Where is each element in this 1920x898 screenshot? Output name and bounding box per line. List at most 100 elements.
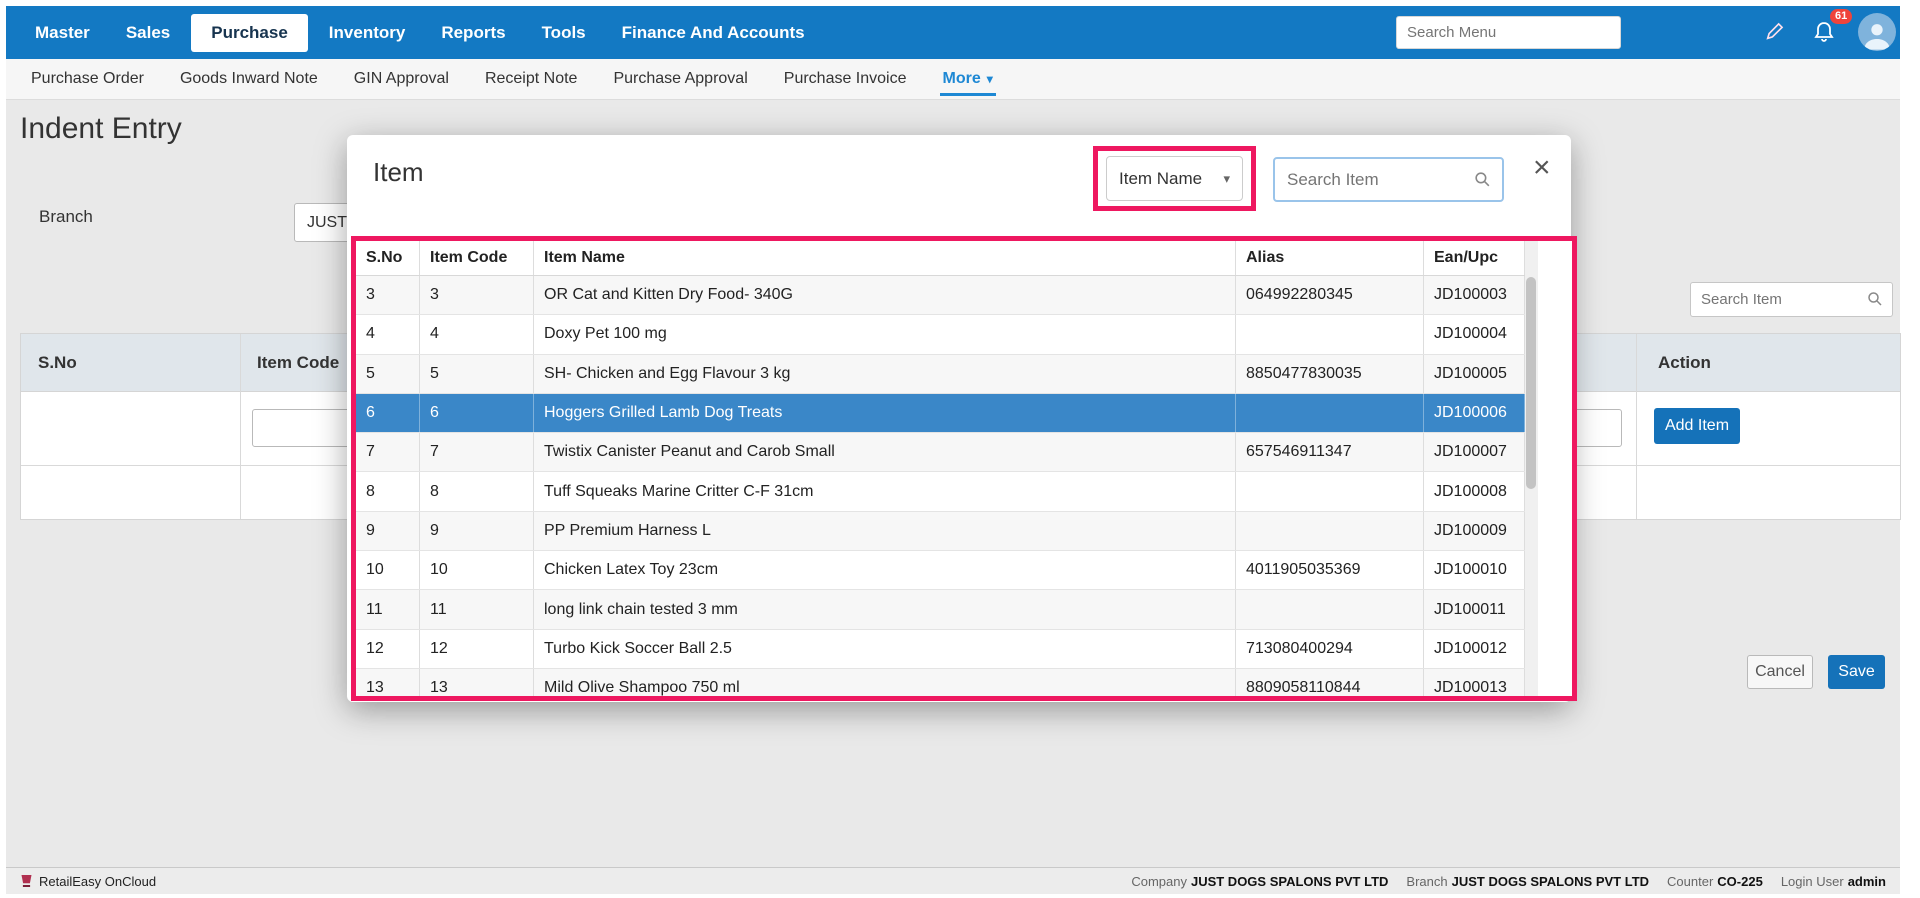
modal-title: Item	[373, 157, 424, 188]
column-header-ean-upc: Ean/Upc	[1424, 241, 1525, 275]
cell-alias	[1236, 472, 1424, 510]
cell-ean: JD100005	[1424, 355, 1525, 393]
highlight-box-filter: Item Name ▾	[1093, 146, 1256, 211]
cell-ean: JD100007	[1424, 433, 1525, 471]
chevron-down-icon: ▾	[1223, 171, 1230, 187]
cell-alias: 4011905035369	[1236, 551, 1424, 589]
bell-icon	[1812, 19, 1836, 45]
sub-navbar: Purchase OrderGoods Inward NoteGIN Appro…	[6, 59, 1900, 100]
cell-name: Mild Olive Shampoo 750 ml	[534, 669, 1236, 701]
column-divider	[240, 334, 241, 519]
cell-sno: 12	[356, 630, 420, 668]
subnav-items: Purchase OrderGoods Inward NoteGIN Appro…	[16, 60, 1014, 98]
table-row[interactable]: 33OR Cat and Kitten Dry Food- 340G064992…	[356, 276, 1525, 315]
cell-code: 4	[420, 315, 534, 353]
table-row[interactable]: 55SH- Chicken and Egg Flavour 3 kg885047…	[356, 355, 1525, 394]
subnav-item-goods-inward-note[interactable]: Goods Inward Note	[165, 60, 333, 98]
table-row[interactable]: 77Twistix Canister Peanut and Carob Smal…	[356, 433, 1525, 472]
top-navbar: MasterSalesPurchaseInventoryReportsTools…	[6, 6, 1900, 59]
table-row[interactable]: 1010Chicken Latex Toy 23cm4011905035369J…	[356, 551, 1525, 590]
table-row[interactable]: 66Hoggers Grilled Lamb Dog TreatsJD10000…	[356, 394, 1525, 433]
footer-brand: RetailEasy OnCloud	[20, 874, 156, 889]
cell-alias: 713080400294	[1236, 630, 1424, 668]
footer-branch: BranchJUST DOGS SPALONS PVT LTD	[1406, 874, 1649, 889]
footer-login-user: Login Useradmin	[1781, 874, 1886, 889]
subnav-item-purchase-invoice[interactable]: Purchase Invoice	[769, 60, 922, 98]
cell-code: 8	[420, 472, 534, 510]
cell-name: Hoggers Grilled Lamb Dog Treats	[534, 394, 1236, 432]
cell-name: Tuff Squeaks Marine Critter C-F 31cm	[534, 472, 1236, 510]
topnav-item-tools[interactable]: Tools	[527, 13, 601, 53]
brand-text: RetailEasy OnCloud	[39, 874, 156, 889]
item-modal: Item Item Name ▾ × S.No Item Code Item N…	[347, 135, 1571, 702]
table-row[interactable]: 99PP Premium Harness LJD100009	[356, 512, 1525, 551]
cell-code: 12	[420, 630, 534, 668]
close-icon[interactable]: ×	[1533, 153, 1551, 183]
cell-sno: 13	[356, 669, 420, 701]
cell-ean: JD100003	[1424, 276, 1525, 314]
app-window: MasterSalesPurchaseInventoryReportsTools…	[6, 6, 1900, 894]
modal-search-input[interactable]	[1273, 157, 1504, 202]
page-title: Indent Entry	[20, 112, 182, 146]
column-header-sno: S.No	[38, 334, 77, 392]
table-row[interactable]: 88Tuff Squeaks Marine Critter C-F 31cmJD…	[356, 472, 1525, 511]
cell-alias: 8809058110844	[1236, 669, 1424, 701]
topnav-item-purchase[interactable]: Purchase	[191, 14, 308, 52]
topnav-item-inventory[interactable]: Inventory	[314, 13, 421, 53]
cell-alias	[1236, 590, 1424, 628]
cell-code: 9	[420, 512, 534, 550]
table-row[interactable]: 1212Turbo Kick Soccer Ball 2.57130804002…	[356, 630, 1525, 669]
topnav-item-reports[interactable]: Reports	[426, 13, 520, 53]
topnav-item-finance-and-accounts[interactable]: Finance And Accounts	[607, 13, 820, 53]
subnav-item-label: More	[943, 70, 981, 88]
cell-sno: 3	[356, 276, 420, 314]
column-header-action: Action	[1658, 334, 1711, 392]
retaileasy-logo-icon	[20, 874, 33, 888]
highlight-box-table: S.No Item Code Item Name Alias Ean/Upc 3…	[351, 236, 1577, 701]
cell-name: Chicken Latex Toy 23cm	[534, 551, 1236, 589]
table-row[interactable]: 1313Mild Olive Shampoo 750 ml88090581108…	[356, 669, 1525, 701]
topnav-items: MasterSalesPurchaseInventoryReportsTools…	[20, 13, 826, 53]
topnav-item-master[interactable]: Master	[20, 13, 105, 53]
edit-pencil-icon[interactable]	[1764, 20, 1786, 47]
cell-code: 10	[420, 551, 534, 589]
footer-session-info: CompanyJUST DOGS SPALONS PVT LTD BranchJ…	[1131, 874, 1886, 889]
footer-counter: CounterCO-225	[1667, 874, 1763, 889]
cell-alias: 657546911347	[1236, 433, 1424, 471]
cell-code: 7	[420, 433, 534, 471]
cell-alias: 8850477830035	[1236, 355, 1424, 393]
branch-label: Branch	[39, 207, 93, 227]
subnav-item-purchase-order[interactable]: Purchase Order	[16, 60, 159, 98]
table-row[interactable]: 1111long link chain tested 3 mmJD100011	[356, 590, 1525, 629]
cell-sno: 8	[356, 472, 420, 510]
save-button[interactable]: Save	[1828, 655, 1885, 689]
column-header-item-name: Item Name	[534, 241, 1236, 275]
cancel-button[interactable]: Cancel	[1747, 655, 1813, 689]
cell-sno: 10	[356, 551, 420, 589]
cell-ean: JD100012	[1424, 630, 1525, 668]
cell-sno: 9	[356, 512, 420, 550]
cell-sno: 4	[356, 315, 420, 353]
cell-sno: 5	[356, 355, 420, 393]
page-search-item-input[interactable]	[1690, 282, 1893, 317]
user-avatar[interactable]	[1858, 13, 1896, 51]
subnav-item-more[interactable]: More▾	[928, 60, 1008, 98]
cell-ean: JD100013	[1424, 669, 1525, 701]
topnav-item-sales[interactable]: Sales	[111, 13, 185, 53]
item-filter-dropdown[interactable]: Item Name ▾	[1106, 156, 1243, 201]
subnav-item-purchase-approval[interactable]: Purchase Approval	[598, 60, 762, 98]
add-item-button[interactable]: Add Item	[1654, 408, 1740, 444]
search-icon	[1473, 170, 1492, 189]
subnav-item-receipt-note[interactable]: Receipt Note	[470, 60, 593, 98]
cell-code: 11	[420, 590, 534, 628]
item-table-header: S.No Item Code Item Name Alias Ean/Upc	[356, 241, 1525, 276]
cell-alias	[1236, 512, 1424, 550]
menu-search-input[interactable]	[1396, 16, 1621, 49]
cell-code: 6	[420, 394, 534, 432]
table-row[interactable]: 44Doxy Pet 100 mgJD100004	[356, 315, 1525, 354]
subnav-item-gin-approval[interactable]: GIN Approval	[339, 60, 464, 98]
table-scrollbar	[1525, 241, 1538, 696]
footer-company: CompanyJUST DOGS SPALONS PVT LTD	[1131, 874, 1388, 889]
person-icon	[1860, 17, 1894, 51]
scrollbar-thumb[interactable]	[1526, 277, 1536, 489]
